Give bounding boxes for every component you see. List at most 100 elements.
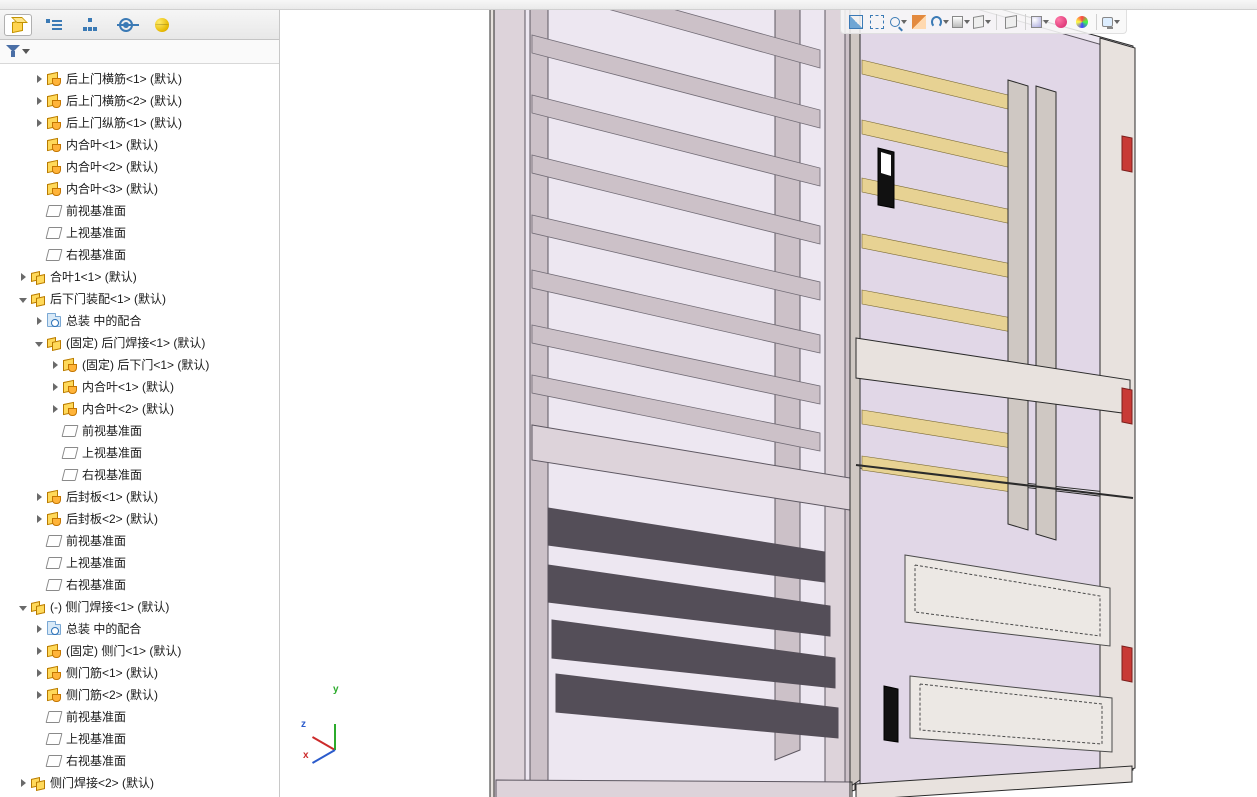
expander[interactable] — [48, 398, 62, 420]
tree-item-label: 前视基准面 — [66, 530, 126, 552]
expander[interactable] — [32, 90, 46, 112]
expander[interactable] — [16, 288, 30, 310]
tree-item-label: 侧门筋<1> (默认) — [66, 662, 158, 684]
tree-item[interactable]: 前视基准面 — [0, 530, 279, 552]
orientation-triad[interactable]: x y z — [305, 697, 365, 757]
tab-display-manager[interactable] — [112, 14, 140, 36]
expander[interactable] — [32, 332, 46, 354]
assembly-icon — [30, 291, 46, 307]
zoom-to-area-button[interactable] — [868, 13, 886, 31]
hide-show-items-button[interactable] — [973, 13, 991, 31]
tree-item[interactable]: 右视基准面 — [0, 574, 279, 596]
tree-item[interactable]: (固定) 后门焊接<1> (默认) — [0, 332, 279, 354]
previous-view-button[interactable] — [889, 13, 907, 31]
tree-item[interactable]: 右视基准面 — [0, 464, 279, 486]
tree-item[interactable]: 前视基准面 — [0, 706, 279, 728]
tab-assembly[interactable] — [4, 14, 32, 36]
tree-item[interactable]: (固定) 侧门<1> (默认) — [0, 640, 279, 662]
tree-item[interactable]: (固定) 后下门<1> (默认) — [0, 354, 279, 376]
apply-scene-button[interactable] — [1031, 13, 1049, 31]
chevron-right-icon — [37, 75, 42, 83]
tree-item[interactable]: 右视基准面 — [0, 750, 279, 772]
expander[interactable] — [32, 486, 46, 508]
chevron-right-icon — [53, 405, 58, 413]
expander[interactable] — [48, 354, 62, 376]
tree-item[interactable]: 内合叶<3> (默认) — [0, 178, 279, 200]
window-titlebar — [0, 0, 1257, 10]
expander[interactable] — [48, 376, 62, 398]
indent — [0, 464, 16, 486]
expander[interactable] — [32, 112, 46, 134]
tree-item[interactable]: 后封板<2> (默认) — [0, 508, 279, 530]
screen-capture-button[interactable] — [1102, 13, 1120, 31]
tree-item[interactable]: 内合叶<2> (默认) — [0, 398, 279, 420]
tree-item[interactable]: 侧门筋<1> (默认) — [0, 662, 279, 684]
zoom-to-fit-button[interactable] — [847, 13, 865, 31]
indent — [16, 376, 32, 398]
display-style-icon — [952, 16, 963, 28]
expander[interactable] — [32, 662, 46, 684]
expander[interactable] — [16, 266, 30, 288]
tree-item[interactable]: 上视基准面 — [0, 222, 279, 244]
graphics-viewport[interactable]: x y z — [280, 10, 1257, 797]
expander[interactable] — [16, 772, 30, 794]
view-orientation-button[interactable] — [931, 13, 949, 31]
tree-item[interactable]: 总装 中的配合 — [0, 618, 279, 640]
target-icon — [119, 18, 133, 32]
tab-hierarchy[interactable] — [76, 14, 104, 36]
tree-item[interactable]: 上视基准面 — [0, 442, 279, 464]
feature-tree-scroll[interactable]: 后上门横筋<1> (默认)后上门横筋<2> (默认)后上门纵筋<1> (默认)内… — [0, 64, 279, 797]
chevron-right-icon — [37, 625, 42, 633]
indent — [0, 574, 16, 596]
tree-item-label: (固定) 侧门<1> (默认) — [66, 640, 181, 662]
appearance-button[interactable] — [1052, 13, 1070, 31]
assembly-icon — [10, 17, 26, 33]
tree-item[interactable]: 内合叶<2> (默认) — [0, 156, 279, 178]
display-style-button[interactable] — [952, 13, 970, 31]
tree-item[interactable]: 合叶1<1> (默认) — [0, 266, 279, 288]
assembly-icon — [46, 335, 62, 351]
expander[interactable] — [16, 596, 30, 618]
tree-item[interactable]: 后上门横筋<1> (默认) — [0, 68, 279, 90]
tree-item[interactable]: 后封板<1> (默认) — [0, 486, 279, 508]
expander[interactable] — [32, 684, 46, 706]
tree-item-label: 后上门横筋<2> (默认) — [66, 90, 182, 112]
tree-item[interactable]: 前视基准面 — [0, 420, 279, 442]
tree-item[interactable]: 侧门筋<2> (默认) — [0, 684, 279, 706]
expander[interactable] — [32, 508, 46, 530]
indent — [0, 596, 16, 618]
axis-x-label: x — [303, 750, 309, 761]
tree-item[interactable]: 上视基准面 — [0, 552, 279, 574]
part-icon — [46, 665, 62, 681]
expander[interactable] — [32, 310, 46, 332]
indent — [0, 244, 16, 266]
edit-appearance-button[interactable] — [1002, 13, 1020, 31]
tree-item[interactable]: 上视基准面 — [0, 728, 279, 750]
tree-item[interactable]: 后上门纵筋<1> (默认) — [0, 112, 279, 134]
expander[interactable] — [32, 640, 46, 662]
part-icon — [46, 71, 62, 87]
tree-item[interactable]: 右视基准面 — [0, 244, 279, 266]
decal-button[interactable] — [1073, 13, 1091, 31]
assembly-icon — [30, 269, 46, 285]
filter-bar[interactable] — [0, 40, 279, 64]
expander[interactable] — [32, 68, 46, 90]
tree-item[interactable]: 前视基准面 — [0, 200, 279, 222]
tree-item[interactable]: 内合叶<1> (默认) — [0, 376, 279, 398]
indent — [0, 442, 16, 464]
tree-item[interactable]: 侧门焊接<2> (默认) — [0, 772, 279, 794]
plane-icon — [46, 731, 62, 747]
tab-appearance[interactable] — [148, 14, 176, 36]
indent — [0, 266, 16, 288]
tree-item[interactable]: 总装 中的配合 — [0, 310, 279, 332]
tree-item[interactable]: 内合叶<1> (默认) — [0, 134, 279, 156]
tree-item[interactable]: (-) 侧门焊接<1> (默认) — [0, 596, 279, 618]
tree-item[interactable]: 后上门横筋<2> (默认) — [0, 90, 279, 112]
tree-item[interactable]: 后下门装配<1> (默认) — [0, 288, 279, 310]
expander[interactable] — [32, 618, 46, 640]
tab-feature-list[interactable] — [40, 14, 68, 36]
section-view-button[interactable] — [910, 13, 928, 31]
assembly-icon — [30, 599, 46, 615]
chevron-right-icon — [21, 779, 26, 787]
part-icon — [46, 137, 62, 153]
